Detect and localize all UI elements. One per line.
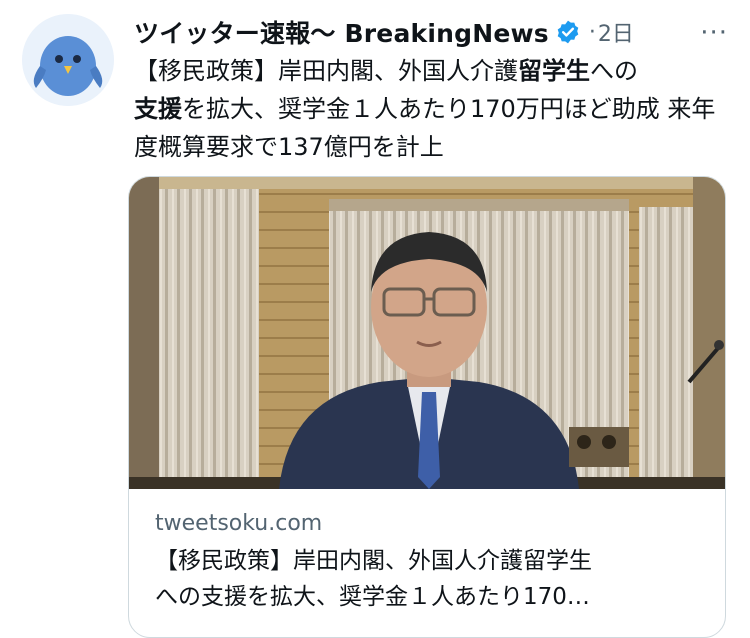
- news-photo: [129, 177, 725, 489]
- author-name[interactable]: ツイッター速報〜 BreakingNews: [134, 14, 549, 50]
- card-title-line: 【移民政策】岸田内閣、外国人介護留学生: [155, 548, 592, 574]
- verified-badge-icon: [555, 19, 581, 45]
- more-options-icon[interactable]: ···: [700, 18, 728, 48]
- tweet-time[interactable]: 2日: [598, 16, 634, 48]
- card-title-line: への支援を拡大、奨学金１人あたり170…: [155, 584, 590, 610]
- text-bold: 留学生: [518, 57, 590, 85]
- text-part: への: [590, 57, 638, 85]
- separator-dot: ·: [588, 19, 596, 45]
- tweet-text: 【移民政策】岸田内閣、外国人介護留学生への支援を拡大、奨学金１人あたり170万円…: [134, 52, 734, 166]
- bird-avatar-icon: [22, 14, 114, 106]
- link-card[interactable]: tweetsoku.com 【移民政策】岸田内閣、外国人介護留学生 への支援を拡…: [128, 176, 726, 638]
- text-part: を拡大、奨学金１人あたり170万円ほど助成 来年度概算要求で137億円を計上: [134, 95, 716, 161]
- card-domain[interactable]: tweetsoku.com: [155, 511, 322, 536]
- card-image[interactable]: [129, 177, 725, 489]
- text-part: 【移民政策】岸田内閣、外国人介護: [134, 57, 518, 85]
- profile-avatar[interactable]: [22, 14, 114, 106]
- card-title[interactable]: 【移民政策】岸田内閣、外国人介護留学生 への支援を拡大、奨学金１人あたり170…: [155, 543, 705, 615]
- text-bold: 支援: [134, 95, 182, 123]
- tweet-header: ツイッター速報〜 BreakingNews · 2日 ···: [134, 12, 730, 52]
